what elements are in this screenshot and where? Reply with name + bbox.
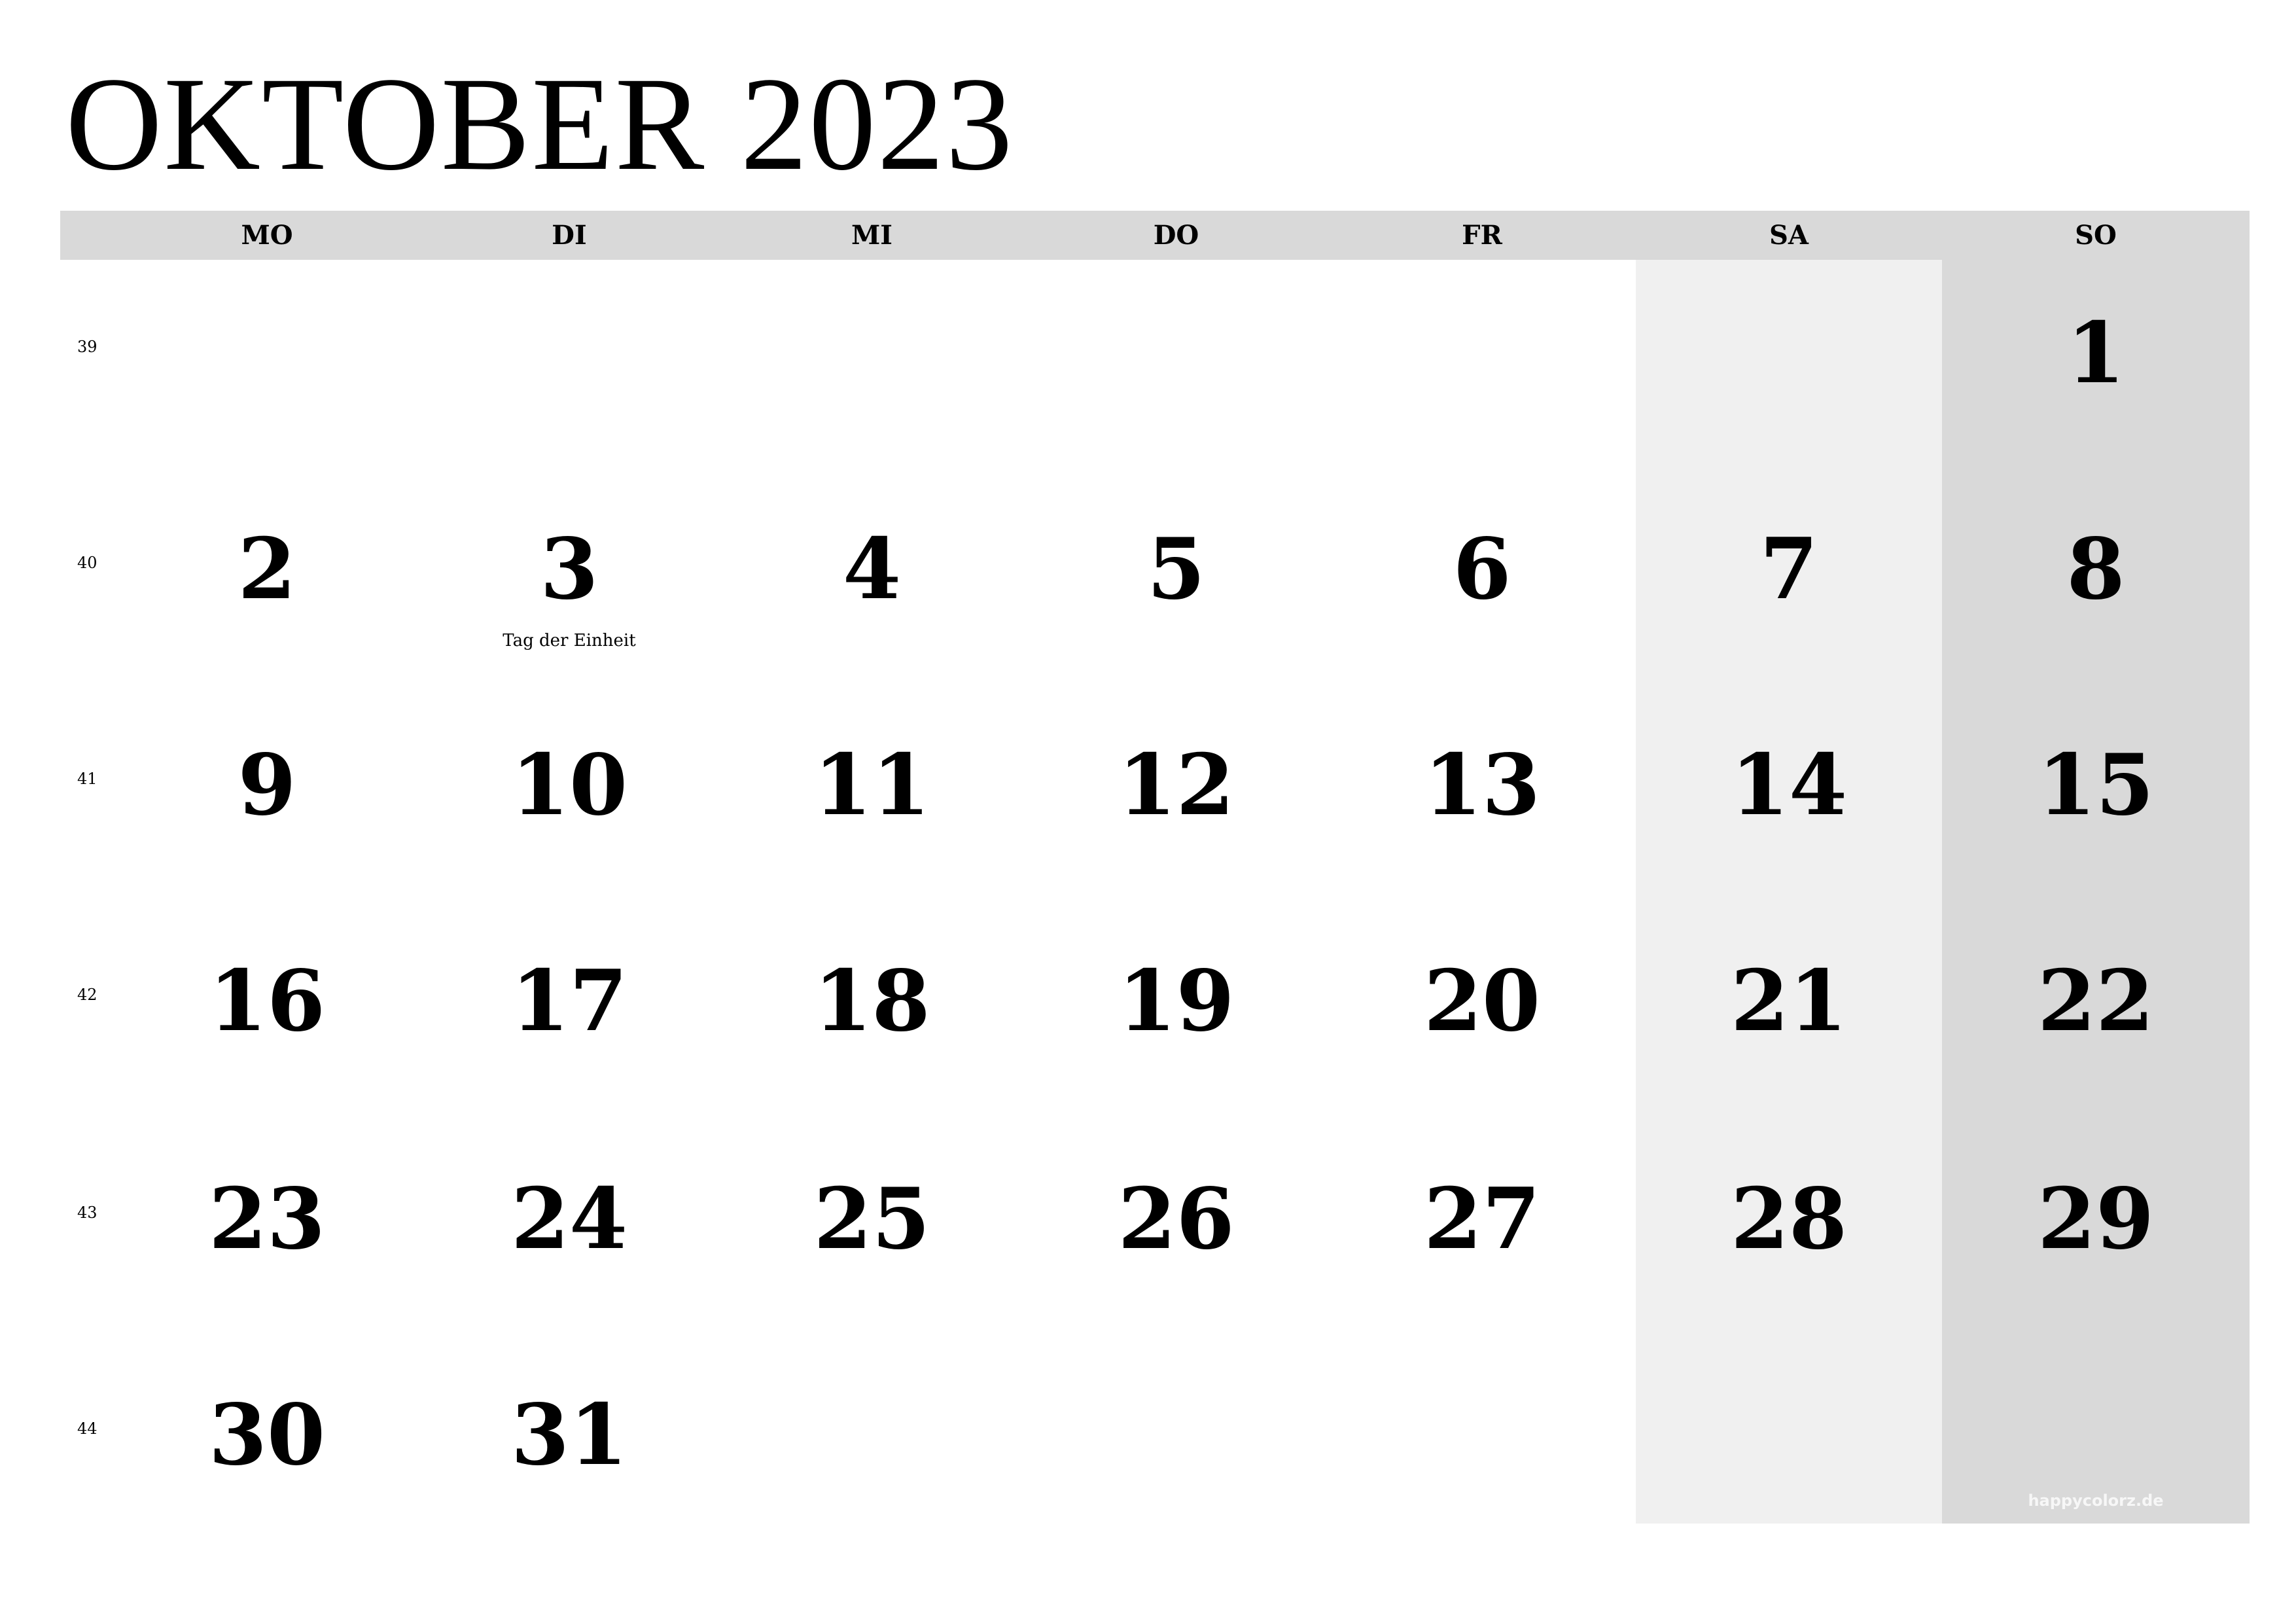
week-number: 39 [77,338,97,356]
day-cell-26: 26 [1118,1170,1235,1268]
weekday-label-so: SO [2075,220,2117,251]
sunday-column [1942,260,2250,1524]
day-cell-1: 1 [2066,304,2125,402]
day-cell-15: 15 [2037,736,2155,834]
day-cell-21: 21 [1730,952,1848,1050]
day-cell-7: 7 [1759,520,1818,618]
weekday-label-mo: MO [241,220,293,251]
week-number: 42 [77,986,97,1004]
day-cell-13: 13 [1423,736,1541,834]
day-cell-5: 5 [1146,520,1206,618]
day-cell-11: 11 [813,736,930,834]
day-cell-12: 12 [1118,736,1235,834]
day-cell-10: 10 [510,736,628,834]
weekday-label-mi: MI [851,220,892,251]
day-cell-18: 18 [813,952,930,1050]
weekday-label-sa: SA [1769,220,1809,251]
day-cell-28: 28 [1730,1170,1848,1268]
week-number: 44 [77,1419,97,1438]
day-cell-19: 19 [1118,952,1235,1050]
day-cell-25: 25 [813,1170,930,1268]
day-cell-6: 6 [1453,520,1511,618]
saturday-column [1636,260,1942,1524]
day-cell-22: 22 [2037,952,2155,1050]
day-cell-20: 20 [1423,952,1541,1050]
day-cell-17: 17 [510,952,628,1050]
week-number: 41 [77,770,97,788]
day-cell-24: 24 [510,1170,628,1268]
day-cell-4: 4 [842,520,902,618]
day-cell-16: 16 [208,952,326,1050]
day-cell-31: 31 [510,1386,628,1484]
watermark-text: happycolorz.de [2028,1491,2164,1510]
weekday-label-do: DO [1153,220,1199,251]
day-cell-27: 27 [1423,1170,1541,1268]
day-cell-2: 2 [238,520,296,618]
day-cell-9: 9 [238,736,296,834]
week-number: 40 [77,554,97,572]
holiday-label: Tag der Einheit [503,631,636,651]
page-title: OKTOBER 2023 [65,50,1014,198]
day-cell-30: 30 [208,1386,326,1484]
week-number: 43 [77,1204,97,1222]
day-cell-29: 29 [2037,1170,2155,1268]
weekday-label-fr: FR [1462,220,1502,251]
day-cell-23: 23 [208,1170,326,1268]
day-cell-8: 8 [2066,520,2125,618]
day-cell-14: 14 [1730,736,1848,834]
weekday-label-di: DI [552,220,587,251]
day-cell-3: 3 [540,520,599,618]
